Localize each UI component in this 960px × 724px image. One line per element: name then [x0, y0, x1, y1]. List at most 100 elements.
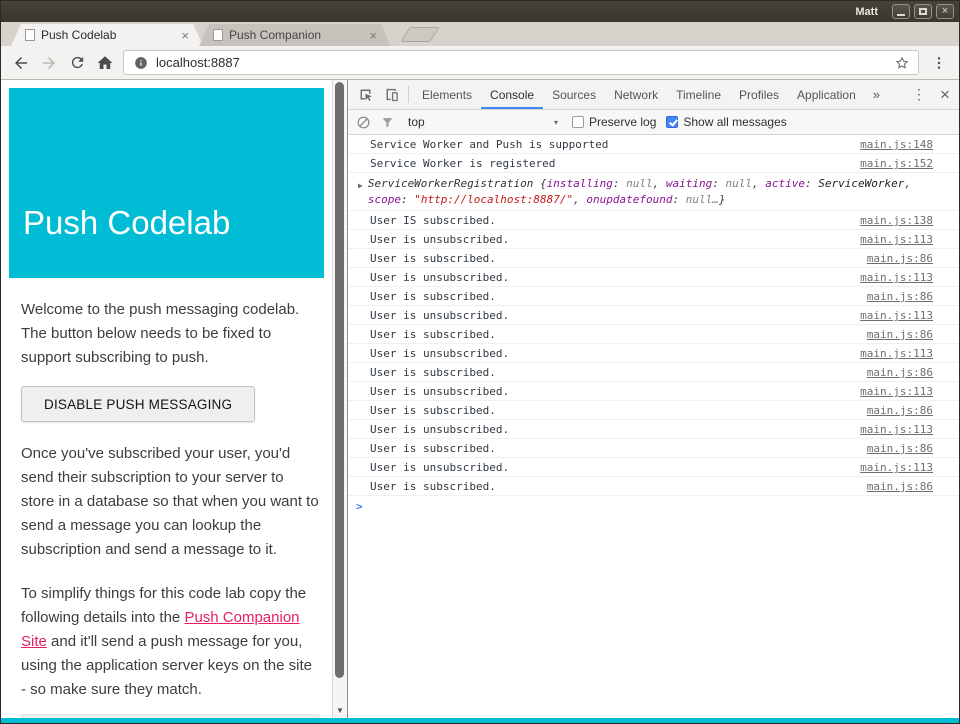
console-source-link[interactable]: main.js:152	[860, 157, 933, 170]
console-messages: Service Worker and Push is supported main…	[348, 135, 959, 718]
devtools-tab-profiles[interactable]: Profiles	[730, 80, 788, 109]
companion-paragraph: To simplify things for this code lab cop…	[21, 582, 320, 702]
tab-push-companion[interactable]: Push Companion ×	[199, 24, 391, 46]
tab-label: Push Companion	[229, 28, 363, 42]
console-source-link[interactable]: main.js:86	[867, 290, 933, 303]
scrollbar-thumb[interactable]	[335, 82, 344, 678]
object-token: installing	[547, 177, 613, 190]
console-source-link[interactable]: main.js:113	[860, 423, 933, 436]
show-all-label: Show all messages	[683, 115, 786, 129]
console-message-text: User is subscribed.	[370, 290, 857, 303]
console-message-text: User is subscribed.	[370, 328, 857, 341]
subscription-paragraph: Once you've subscribed your user, you'd …	[21, 442, 320, 562]
more-tabs-button[interactable]: »	[865, 80, 888, 109]
page-header: Push Codelab	[9, 88, 324, 278]
bookmark-star-button[interactable]	[890, 55, 914, 71]
clear-console-icon	[356, 115, 371, 130]
preserve-log-checkbox[interactable]	[572, 116, 584, 128]
inspect-element-button[interactable]	[352, 80, 378, 109]
tab-label: Push Codelab	[41, 28, 175, 42]
console-prompt[interactable]: >	[348, 496, 959, 517]
url-text: localhost:8887	[156, 55, 240, 70]
console-message-text: User is unsubscribed.	[370, 423, 850, 436]
back-button[interactable]	[7, 49, 35, 77]
home-button[interactable]	[91, 49, 119, 77]
console-source-link[interactable]: main.js:138	[860, 214, 933, 227]
console-source-link[interactable]: main.js:113	[860, 347, 933, 360]
scroll-down-button[interactable]: ▼	[333, 703, 347, 717]
console-log-row: User is unsubscribed.main.js:113	[348, 268, 959, 287]
object-token: :	[401, 193, 414, 206]
console-source-link[interactable]: main.js:148	[860, 138, 933, 151]
show-all-messages-option[interactable]: Show all messages	[666, 115, 786, 129]
console-output: Service Worker and Push is supported main…	[348, 135, 959, 496]
console-log-row: User is subscribed. main.js:86	[348, 325, 959, 344]
device-toolbar-button[interactable]	[378, 80, 404, 109]
console-source-link[interactable]: main.js:113	[860, 233, 933, 246]
forward-button[interactable]	[35, 49, 63, 77]
reload-icon	[69, 54, 86, 71]
console-source-link[interactable]: main.js:113	[860, 271, 933, 284]
console-message-text: User is subscribed.	[370, 442, 857, 455]
page-scrollbar[interactable]: ▼	[332, 80, 347, 718]
console-message-text: Service Worker and Push is supported	[370, 138, 850, 151]
minimize-icon	[897, 14, 905, 16]
preserve-log-option[interactable]: Preserve log	[572, 115, 656, 129]
console-toolbar: top ▾ Preserve log Show all messages	[348, 110, 959, 135]
url-port: :8887	[207, 55, 240, 70]
console-source-link[interactable]: main.js:86	[867, 328, 933, 341]
tab-close-icon[interactable]: ×	[181, 29, 189, 42]
console-source-link[interactable]: main.js:113	[860, 385, 933, 398]
object-token: ,	[573, 193, 586, 206]
console-message-text: User is subscribed.	[370, 480, 857, 493]
devtools-close-button[interactable]: ×	[931, 80, 959, 109]
intro-paragraph: Welcome to the push messaging codelab. T…	[21, 298, 320, 370]
browser-window: Matt × Push Codelab × Push Companion ×	[0, 0, 960, 724]
execution-context-selector[interactable]: top ▾	[404, 113, 562, 131]
page-info-icon[interactable]	[134, 56, 148, 70]
devtools-tab-timeline[interactable]: Timeline	[667, 80, 730, 109]
console-log-row: User IS subscribed.main.js:138	[348, 211, 959, 230]
devtools-menu-button[interactable]: ⋮	[907, 80, 931, 109]
new-tab-button[interactable]	[400, 27, 439, 42]
console-source-link[interactable]: main.js:86	[867, 366, 933, 379]
window-close-button[interactable]: ×	[936, 4, 954, 19]
show-all-checkbox[interactable]	[666, 116, 678, 128]
console-source-link[interactable]: main.js:86	[867, 252, 933, 265]
context-label: top	[408, 115, 425, 129]
console-message-text: User is subscribed.	[370, 404, 857, 417]
expand-object-icon[interactable]: ▶	[358, 179, 363, 192]
devtools-tab-elements[interactable]: Elements	[413, 80, 481, 109]
reload-button[interactable]	[63, 49, 91, 77]
object-token: :	[712, 177, 725, 190]
star-icon	[894, 55, 910, 71]
filter-button[interactable]	[381, 116, 394, 129]
page-favicon-icon	[213, 29, 223, 41]
object-token: :	[673, 193, 686, 206]
companion-text-after: and it'll send a push message for you, u…	[21, 633, 312, 698]
console-source-link[interactable]: main.js:86	[867, 480, 933, 493]
console-log-row: User is unsubscribed. main.js:113	[348, 420, 959, 439]
devtools-tab-sources[interactable]: Sources	[543, 80, 605, 109]
tab-close-icon[interactable]: ×	[369, 29, 377, 42]
window-minimize-button[interactable]	[892, 4, 910, 19]
clear-console-button[interactable]	[356, 115, 371, 130]
window-maximize-button[interactable]	[914, 4, 932, 19]
browser-menu-button[interactable]	[925, 55, 953, 71]
inspect-cursor-icon	[357, 86, 374, 103]
console-source-link[interactable]: main.js:86	[867, 404, 933, 417]
window-titlebar: Matt ×	[1, 1, 959, 22]
console-source-link[interactable]: main.js:86	[867, 442, 933, 455]
tab-push-codelab[interactable]: Push Codelab ×	[11, 24, 203, 46]
console-message-text: User is unsubscribed.	[370, 233, 850, 246]
console-source-link[interactable]: main.js:113	[860, 309, 933, 322]
window-bottom-edge	[1, 718, 959, 723]
devtools-tab-network[interactable]: Network	[605, 80, 667, 109]
devtools-tab-application[interactable]: Application	[788, 80, 865, 109]
disable-push-button[interactable]: DISABLE PUSH MESSAGING	[21, 386, 255, 422]
address-bar[interactable]: localhost:8887	[123, 50, 919, 75]
console-source-link[interactable]: main.js:113	[860, 461, 933, 474]
devtools-tab-console[interactable]: Console	[481, 80, 543, 109]
object-token: ,	[653, 177, 666, 190]
console-log-row: User is subscribed. main.js:86	[348, 439, 959, 458]
